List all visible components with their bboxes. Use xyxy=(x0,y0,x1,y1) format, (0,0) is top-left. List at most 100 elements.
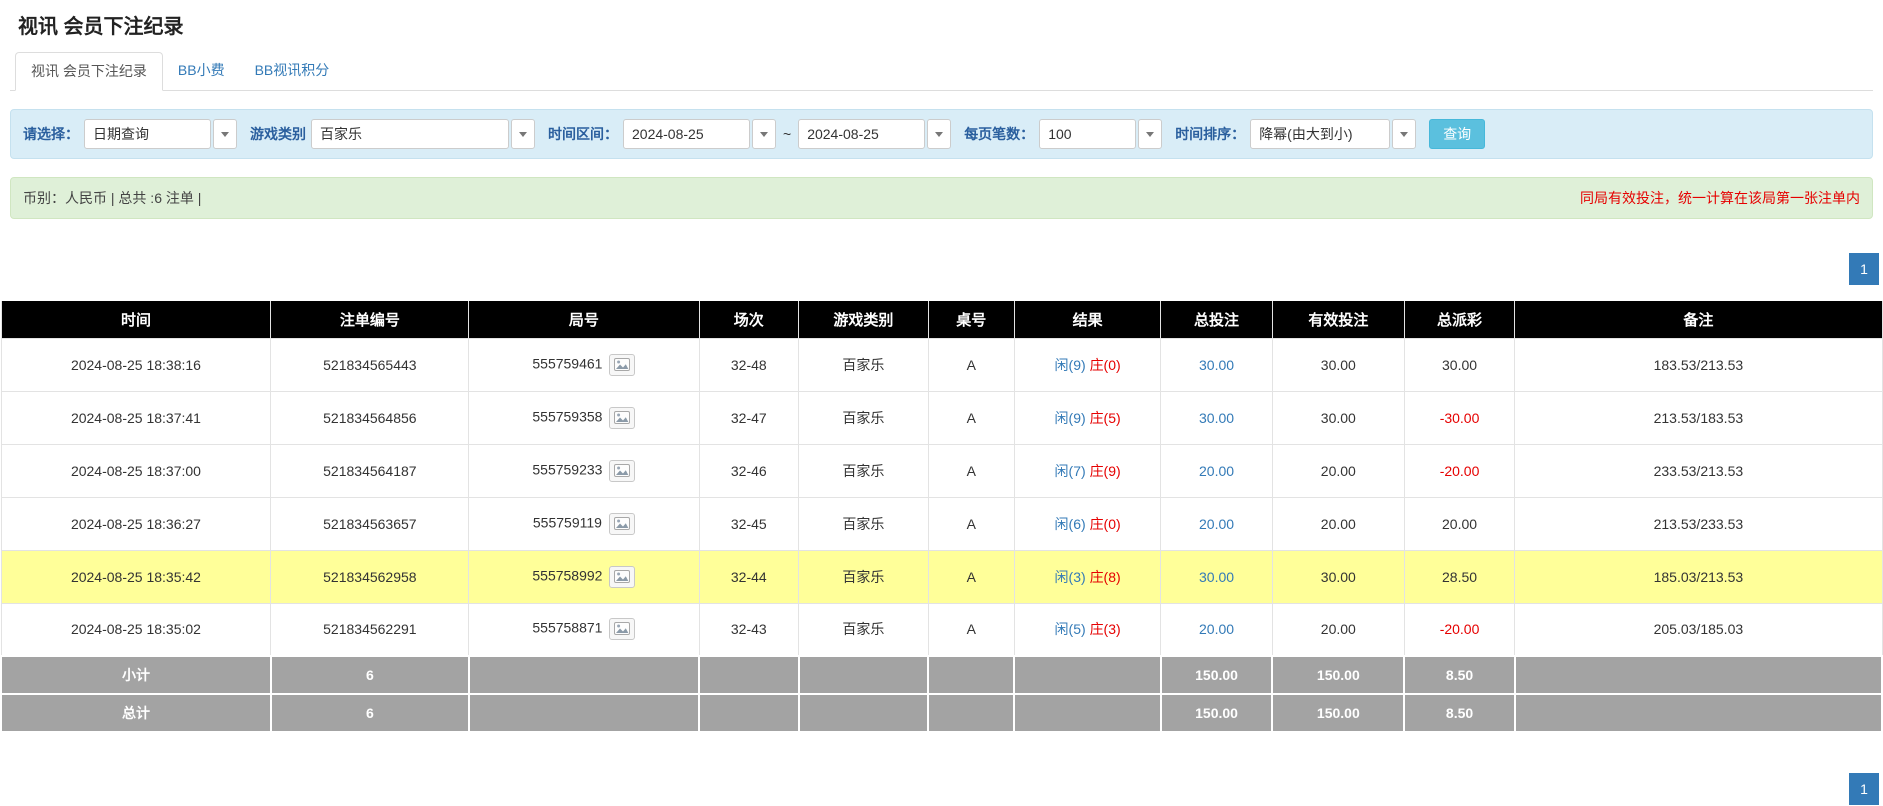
total-row: 总计 6 150.00 150.00 8.50 xyxy=(1,694,1882,732)
tab-bb-video-points[interactable]: BB视讯积分 xyxy=(240,52,345,90)
date-to-dropdown-button[interactable] xyxy=(927,119,951,149)
betting-records-table: 时间注单编号局号场次游戏类别桌号结果总投注有效投注总派彩备注 2024-08-2… xyxy=(0,301,1883,733)
table-row: 2024-08-25 18:38:16 521834565443 5557594… xyxy=(1,338,1882,391)
per-page-combo xyxy=(1039,119,1162,149)
cell-bet-id: 521834562291 xyxy=(271,603,469,656)
total-count: 6 xyxy=(271,694,469,732)
chevron-down-icon xyxy=(519,132,527,137)
subtotal-row: 小计 6 150.00 150.00 8.50 xyxy=(1,656,1882,694)
result-player-text: 闲(5) xyxy=(1055,621,1086,637)
info-bar: 币别：人民币 | 总共 :6 注单 | 同局有效投注，统一计算在该局第一张注单内 xyxy=(10,177,1873,219)
cell-result: 闲(7) 庄(9) xyxy=(1014,444,1160,497)
result-banker-text: 庄(0) xyxy=(1090,516,1121,532)
column-header: 桌号 xyxy=(928,301,1014,338)
round-id-text: 555758992 xyxy=(532,567,602,583)
page-1-button[interactable]: 1 xyxy=(1849,253,1879,285)
tab-bb-tip[interactable]: BB小费 xyxy=(163,52,240,90)
round-video-button[interactable] xyxy=(609,460,635,482)
round-id-text: 555758871 xyxy=(532,620,602,636)
page-1-button[interactable]: 1 xyxy=(1849,773,1879,805)
result-player-text: 闲(3) xyxy=(1055,569,1086,585)
round-id-text: 555759461 xyxy=(532,355,602,371)
video-preview-icon xyxy=(614,622,630,635)
cell-time: 2024-08-25 18:37:41 xyxy=(1,391,271,444)
cell-valid-bet: 30.00 xyxy=(1272,391,1404,444)
sort-order-dropdown-button[interactable] xyxy=(1392,119,1416,149)
round-video-button[interactable] xyxy=(609,513,635,535)
cell-total-bet[interactable]: 20.00 xyxy=(1161,497,1273,550)
per-page-dropdown-button[interactable] xyxy=(1138,119,1162,149)
cell-total-bet[interactable]: 20.00 xyxy=(1161,444,1273,497)
cell-valid-bet: 20.00 xyxy=(1272,603,1404,656)
tab-betting-records[interactable]: 视讯 会员下注纪录 xyxy=(15,52,163,91)
cell-total-bet[interactable]: 30.00 xyxy=(1161,550,1273,603)
table-row: 2024-08-25 18:37:00 521834564187 5557592… xyxy=(1,444,1882,497)
filter-bar: 请选择： 游戏类别 时间区间： ~ 每页笔数： 时间排序： xyxy=(10,109,1873,159)
total-payout: 8.50 xyxy=(1404,694,1514,732)
time-range-label: 时间区间： xyxy=(548,124,618,144)
cell-game-type: 百家乐 xyxy=(799,444,929,497)
cell-total-bet[interactable]: 30.00 xyxy=(1161,338,1273,391)
cell-payout: -30.00 xyxy=(1404,391,1514,444)
cell-table-no: A xyxy=(928,603,1014,656)
cell-valid-bet: 30.00 xyxy=(1272,550,1404,603)
cell-total-bet[interactable]: 30.00 xyxy=(1161,391,1273,444)
game-type-label: 游戏类别 xyxy=(250,124,306,144)
query-type-dropdown-button[interactable] xyxy=(213,119,237,149)
column-header: 总派彩 xyxy=(1404,301,1514,338)
total-total-bet: 150.00 xyxy=(1161,694,1273,732)
query-type-input[interactable] xyxy=(84,119,211,149)
round-video-button[interactable] xyxy=(609,407,635,429)
result-banker-text: 庄(5) xyxy=(1090,410,1121,426)
cell-total-bet[interactable]: 20.00 xyxy=(1161,603,1273,656)
cell-result: 闲(5) 庄(3) xyxy=(1014,603,1160,656)
table-header-row: 时间注单编号局号场次游戏类别桌号结果总投注有效投注总派彩备注 xyxy=(1,301,1882,338)
query-button[interactable]: 查询 xyxy=(1429,119,1485,149)
cell-bet-id: 521834564187 xyxy=(271,444,469,497)
cell-time: 2024-08-25 18:38:16 xyxy=(1,338,271,391)
cell-remark: 213.53/233.53 xyxy=(1515,497,1882,550)
per-page-input[interactable] xyxy=(1039,119,1136,149)
round-video-button[interactable] xyxy=(609,566,635,588)
cell-payout: 28.50 xyxy=(1404,550,1514,603)
chevron-down-icon xyxy=(935,132,943,137)
result-banker-text: 庄(8) xyxy=(1090,569,1121,585)
query-type-combo xyxy=(84,119,237,149)
chevron-down-icon xyxy=(1400,132,1408,137)
date-from-dropdown-button[interactable] xyxy=(752,119,776,149)
cell-round-id: 555759358 xyxy=(469,391,699,444)
column-header: 结果 xyxy=(1014,301,1160,338)
pagination-top: 1 xyxy=(10,253,1879,285)
cell-round-id: 555758992 xyxy=(469,550,699,603)
cell-result: 闲(6) 庄(0) xyxy=(1014,497,1160,550)
cell-valid-bet: 20.00 xyxy=(1272,444,1404,497)
column-header: 时间 xyxy=(1,301,271,338)
cell-valid-bet: 20.00 xyxy=(1272,497,1404,550)
table-row: 2024-08-25 18:37:41 521834564856 5557593… xyxy=(1,391,1882,444)
result-player-text: 闲(9) xyxy=(1055,357,1086,373)
cell-session: 32-43 xyxy=(699,603,799,656)
game-type-input[interactable] xyxy=(311,119,509,149)
valid-bet-notice-text: 同局有效投注，统一计算在该局第一张注单内 xyxy=(1580,188,1860,208)
cell-game-type: 百家乐 xyxy=(799,603,929,656)
cell-game-type: 百家乐 xyxy=(799,338,929,391)
cell-bet-id: 521834565443 xyxy=(271,338,469,391)
sort-order-input[interactable] xyxy=(1250,119,1390,149)
video-preview-icon xyxy=(614,517,630,530)
page-root: 视讯 会员下注纪录 视讯 会员下注纪录 BB小费 BB视讯积分 请选择： 游戏类… xyxy=(0,0,1883,805)
chevron-down-icon xyxy=(760,132,768,137)
result-player-text: 闲(9) xyxy=(1055,410,1086,426)
round-video-button[interactable] xyxy=(609,354,635,376)
column-header: 局号 xyxy=(469,301,699,338)
pagination-bottom: 1 xyxy=(10,773,1879,805)
cell-round-id: 555758871 xyxy=(469,603,699,656)
game-type-dropdown-button[interactable] xyxy=(511,119,535,149)
cell-round-id: 555759233 xyxy=(469,444,699,497)
cell-result: 闲(3) 庄(8) xyxy=(1014,550,1160,603)
cell-game-type: 百家乐 xyxy=(799,497,929,550)
cell-bet-id: 521834564856 xyxy=(271,391,469,444)
cell-result: 闲(9) 庄(5) xyxy=(1014,391,1160,444)
round-video-button[interactable] xyxy=(609,618,635,640)
date-from-input[interactable] xyxy=(623,119,750,149)
date-to-input[interactable] xyxy=(798,119,925,149)
